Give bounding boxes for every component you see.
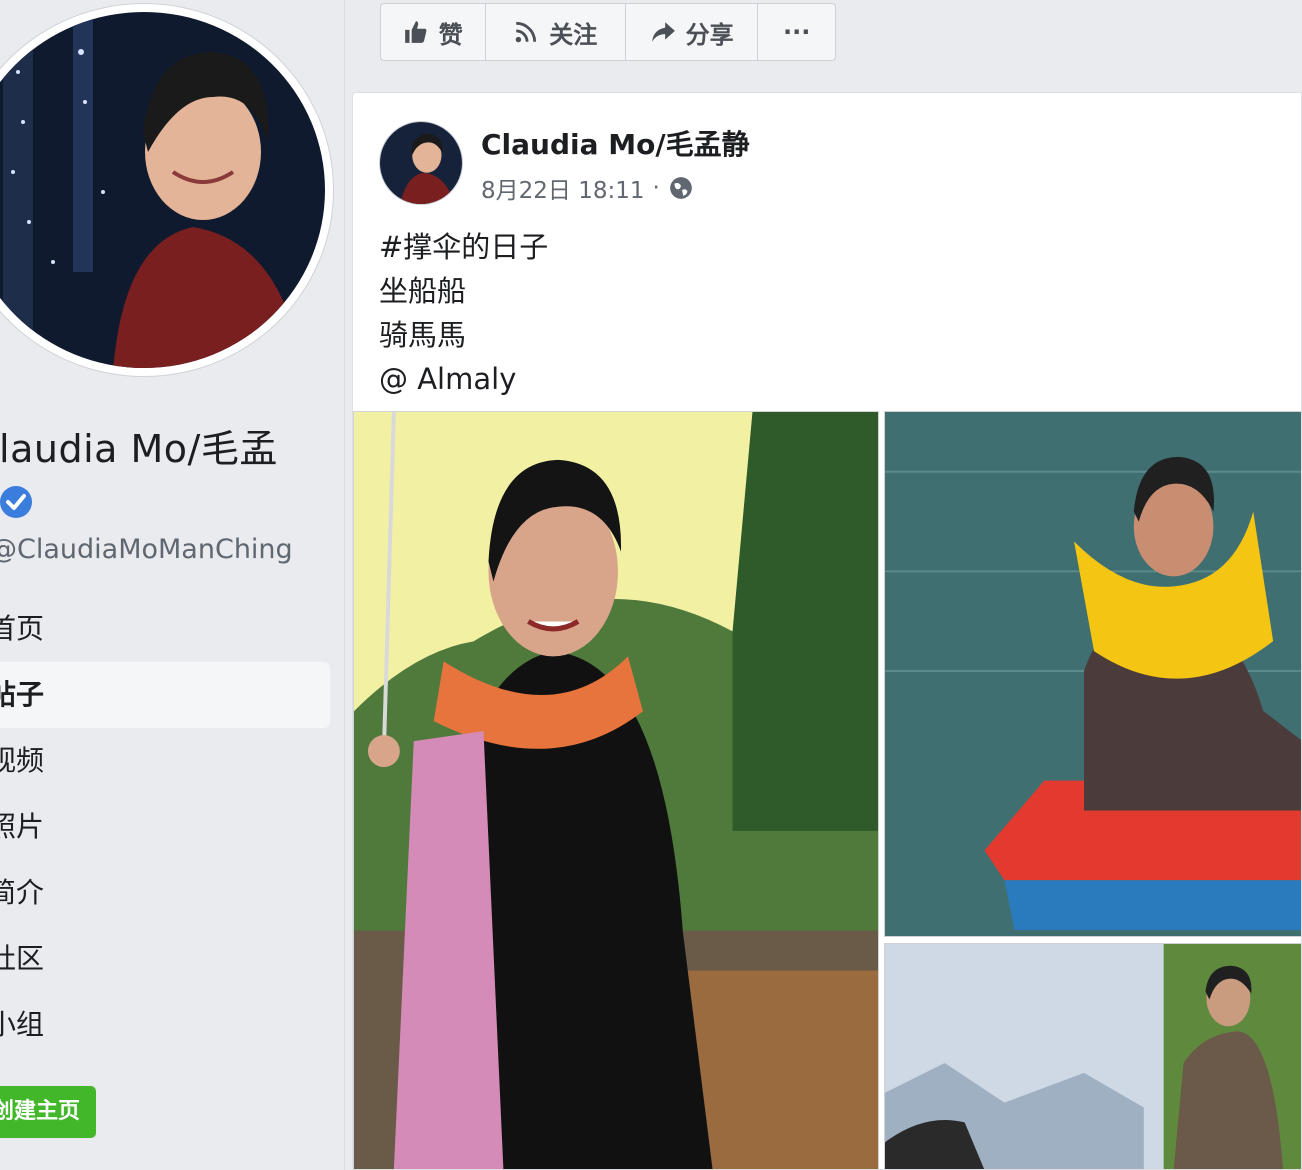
profile-picture[interactable] xyxy=(0,4,333,376)
nav-item-groups[interactable]: 小组 xyxy=(0,992,330,1058)
like-button[interactable]: 赞 xyxy=(381,4,486,60)
meta-separator: · xyxy=(652,175,660,201)
nav-item-videos[interactable]: 视频 xyxy=(0,728,330,794)
page-handle[interactable]: @ClaudiaMoManChing xyxy=(0,534,293,565)
share-button[interactable]: 分享 xyxy=(626,4,759,60)
profile-photo xyxy=(0,12,325,368)
post-location-tag[interactable]: @ Almaly xyxy=(379,357,548,401)
thumbs-up-icon xyxy=(404,21,427,43)
page-sidebar: Claudia Mo/毛孟 @ClaudiaMoManChing 首页 帖子 视… xyxy=(0,0,345,1170)
nav-item-about[interactable]: 简介 xyxy=(0,860,330,926)
nav-item-home[interactable]: 首页 xyxy=(0,596,330,662)
more-options-button[interactable]: ··· xyxy=(758,4,835,60)
post-photo-umbrella[interactable] xyxy=(353,411,879,1169)
share-arrow-icon xyxy=(651,22,675,42)
nav-item-community[interactable]: 社区 xyxy=(0,926,330,992)
globe-icon[interactable] xyxy=(668,175,694,201)
create-page-button[interactable]: 创建主页 xyxy=(0,1086,96,1138)
post-text: #撑伞的日子 坐船船 骑馬馬 @ Almaly xyxy=(379,225,548,401)
share-label: 分享 xyxy=(685,20,734,49)
post-photo-horse[interactable] xyxy=(884,943,1301,1169)
page-nav: 首页 帖子 视频 照片 简介 社区 小组 xyxy=(0,596,330,1058)
follow-button[interactable]: 关注 xyxy=(486,4,626,60)
nav-item-posts[interactable]: 帖子 xyxy=(0,662,330,728)
post-photo-boat[interactable] xyxy=(884,411,1301,937)
post-meta: 8月22日 18:11 · xyxy=(481,171,694,205)
post-text-line: 骑馬馬 xyxy=(379,318,467,352)
post-text-line: 坐船船 xyxy=(379,274,467,308)
post-card: Claudia Mo/毛孟静 8月22日 18:11 · #撑伞的日子 坐船船 … xyxy=(352,92,1302,1170)
verified-badge-icon xyxy=(0,486,32,518)
rss-follow-icon xyxy=(515,21,537,43)
nav-item-photos[interactable]: 照片 xyxy=(0,794,330,860)
post-author-avatar[interactable] xyxy=(379,121,463,205)
page-action-bar: 赞 关注 分享 ··· xyxy=(380,3,836,61)
like-label: 赞 xyxy=(438,20,463,49)
page-name[interactable]: Claudia Mo/毛孟 xyxy=(0,418,278,473)
follow-label: 关注 xyxy=(549,20,598,49)
post-author-name[interactable]: Claudia Mo/毛孟静 xyxy=(481,123,750,163)
post-hashtag[interactable]: #撑伞的日子 xyxy=(379,225,548,269)
post-timestamp[interactable]: 8月22日 18:11 xyxy=(481,171,645,205)
more-icon: ··· xyxy=(782,18,811,46)
